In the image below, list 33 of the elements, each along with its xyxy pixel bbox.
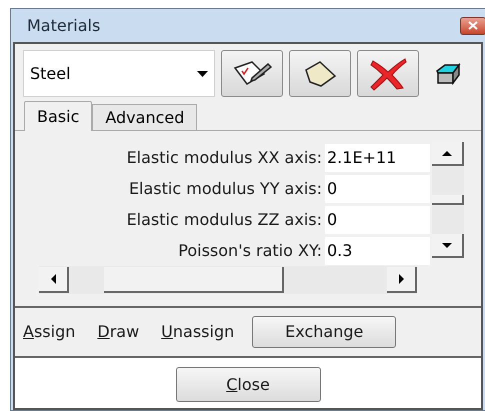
left-arrow-icon [50, 274, 56, 284]
edit-material-button[interactable] [221, 50, 283, 97]
scroll-thumb[interactable] [104, 267, 284, 293]
caret-icon [197, 70, 208, 76]
close-icon [468, 21, 478, 30]
close-dialog-button[interactable]: Close [176, 367, 320, 402]
action-link[interactable]: Draw [97, 320, 140, 344]
property-label: Poisson's ratio XY: [177, 240, 323, 262]
right-arrow-icon [398, 274, 404, 284]
property-label: Elastic modulus XX axis: [126, 146, 323, 168]
horizontal-scrollbar[interactable] [39, 266, 417, 294]
exchange-button[interactable]: Exchange [252, 316, 396, 348]
property-label: Elastic modulus YY axis: [128, 178, 323, 200]
new-material-button[interactable] [289, 50, 351, 97]
window-title: Materials [27, 14, 100, 36]
delete-material-button[interactable] [357, 50, 419, 97]
property-input[interactable]: 2.1E+11 [325, 144, 430, 172]
action-link[interactable]: Assign [23, 320, 76, 344]
delete-icon [368, 56, 408, 90]
action-link[interactable]: Unassign [161, 320, 234, 344]
material-dropdown[interactable]: Steel [23, 50, 215, 97]
property-input[interactable]: 0 [325, 174, 430, 202]
scroll-thumb[interactable] [432, 195, 464, 205]
checklist-pencil-icon [232, 60, 272, 88]
property-label: Elastic modulus ZZ axis: [126, 208, 323, 230]
close-button[interactable] [460, 16, 485, 34]
tab[interactable]: Basic [24, 101, 92, 131]
property-input[interactable]: 0.3 [325, 236, 430, 264]
up-arrow-icon [442, 150, 452, 156]
vertical-scrollbar[interactable] [432, 142, 464, 258]
tab[interactable]: Advanced [92, 104, 198, 130]
down-arrow-icon [442, 242, 452, 248]
property-input[interactable]: 0 [325, 206, 430, 234]
